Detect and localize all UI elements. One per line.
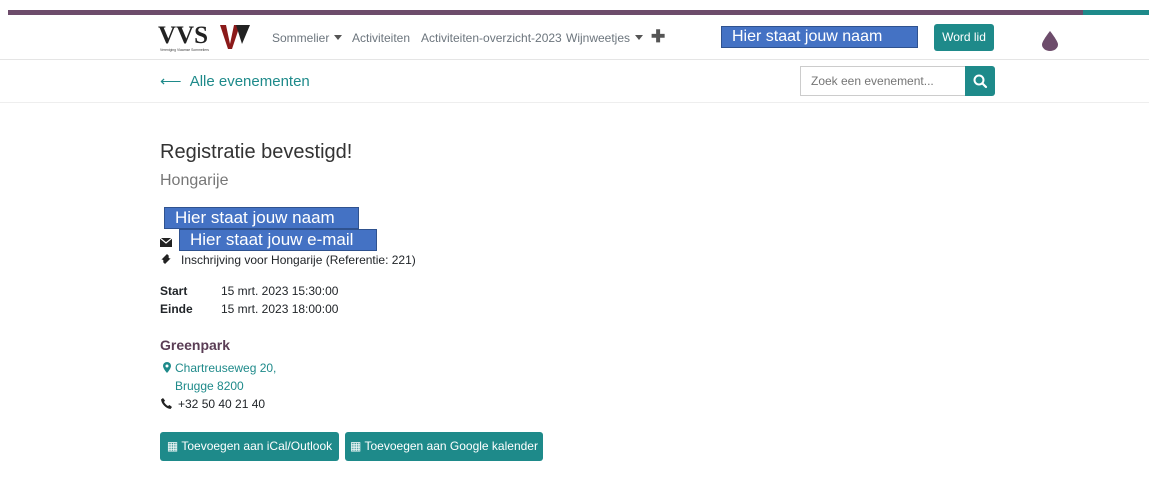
chevron-down-icon (635, 35, 644, 40)
search-button[interactable] (965, 66, 995, 96)
venue-name: Greenpark (160, 337, 231, 353)
address-line1[interactable]: Chartreuseweg 20, (175, 361, 276, 375)
confirmation-title: Registratie bevestigd! (160, 141, 353, 163)
back-to-events-link[interactable]: ⟵ Alle evenementen (160, 72, 310, 90)
start-label: Start (160, 284, 188, 298)
start-value: 15 mrt. 2023 15:30:00 (221, 284, 339, 298)
plus-icon[interactable]: ✚ (651, 27, 665, 47)
calendar-icon: ▦ (166, 439, 179, 453)
chevron-down-icon (334, 35, 343, 40)
svg-text:Vereniging Vlaamse Sommeliers: Vereniging Vlaamse Sommeliers (160, 48, 209, 52)
word-lid-button[interactable]: Word lid (934, 24, 994, 51)
nav-activiteiten-overzicht[interactable]: Activiteiten-overzicht-2023 (421, 31, 562, 45)
event-search-input[interactable] (800, 66, 965, 96)
top-navbar: VVS Vereniging Vlaamse Sommeliers Sommel… (0, 15, 1149, 60)
vvs-logo[interactable]: VVS Vereniging Vlaamse Sommeliers (158, 22, 250, 52)
wine-drop-icon (1042, 31, 1058, 51)
nav-activiteiten[interactable]: Activiteiten (352, 31, 410, 45)
calendar-icon: ▦ (350, 439, 362, 453)
envelope-icon (160, 238, 172, 247)
map-marker-icon (163, 362, 171, 373)
add-to-google-calendar-button[interactable]: ▦ Toevoegen aan Google kalender (345, 432, 543, 461)
phone-number: +32 50 40 21 40 (178, 397, 266, 411)
ticket-text: Inschrijving voor Hongarije (Referentie:… (181, 253, 416, 267)
attendee-email-highlight: Hier staat jouw e-mail (179, 229, 377, 251)
end-label: Einde (160, 302, 193, 316)
svg-text:VVS: VVS (158, 22, 208, 49)
search-icon (973, 74, 988, 89)
event-name: Hongarije (160, 172, 229, 189)
event-subbar: ⟵ Alle evenementen (0, 60, 1149, 103)
attendee-name-highlight: Hier staat jouw naam (164, 207, 359, 229)
address-line2[interactable]: Brugge 8200 (175, 379, 244, 393)
nav-wijnweetjes[interactable]: Wijnweetjes (566, 31, 644, 45)
arrow-left-icon: ⟵ (160, 73, 182, 90)
phone-icon (161, 398, 172, 409)
nav-sommelier[interactable]: Sommelier (272, 31, 343, 45)
add-to-ical-button[interactable]: ▦ Toevoegen aan iCal/Outlook (160, 432, 339, 461)
end-value: 15 mrt. 2023 18:00:00 (221, 302, 339, 316)
user-name-highlight: Hier staat jouw naam (721, 26, 918, 48)
ticket-icon (161, 254, 171, 264)
